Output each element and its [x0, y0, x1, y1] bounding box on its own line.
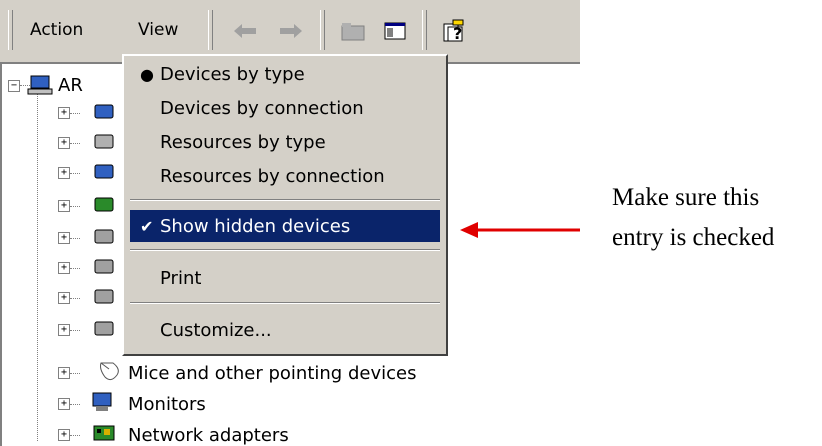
expand-toggle[interactable]: +: [58, 429, 70, 441]
help-icon[interactable]: ?: [438, 14, 472, 48]
expand-toggle[interactable]: +: [58, 107, 70, 119]
tree-connector: [70, 373, 80, 374]
tree-root[interactable]: AR: [58, 71, 83, 99]
annotation-line-2: entry is checked: [612, 224, 775, 251]
tree-connector: [70, 404, 80, 405]
radio-bullet-icon: ●: [140, 64, 154, 84]
tree-root-label: AR: [58, 74, 83, 96]
expand-toggle[interactable]: +: [58, 398, 70, 410]
expand-toggle[interactable]: +: [58, 292, 70, 304]
expand-toggle[interactable]: +: [58, 137, 70, 149]
menu-item-devices-by-type[interactable]: ● Devices by type: [130, 58, 440, 90]
forward-icon[interactable]: [274, 14, 308, 48]
menu-view[interactable]: View: [138, 20, 178, 40]
tree-item-network-adapters[interactable]: Network adapters: [128, 421, 289, 446]
network-adapter-icon: [90, 421, 118, 445]
show-hide-console-tree-icon[interactable]: [378, 14, 412, 48]
device-category-icon: [90, 225, 118, 249]
device-category-icon: [90, 285, 118, 309]
annotation-line-1: Make sure this: [612, 184, 760, 211]
device-category-icon: [90, 160, 118, 184]
back-icon[interactable]: [228, 14, 262, 48]
toolbar-grip[interactable]: [208, 10, 213, 50]
device-category-icon: [90, 193, 118, 217]
svg-text:?: ?: [453, 24, 462, 43]
toolbar-grip: [422, 10, 427, 50]
annotation-text: Make sure this entry is checked: [612, 178, 774, 258]
annotation-arrow: [458, 219, 582, 245]
tree-connector: [70, 206, 80, 207]
expand-toggle[interactable]: +: [58, 367, 70, 379]
tree-connector: [37, 89, 38, 441]
tree-connector: [70, 298, 80, 299]
tree-item-label: Monitors: [128, 393, 206, 415]
menu-action[interactable]: Action: [30, 20, 83, 40]
menu-item-customize[interactable]: Customize...: [130, 314, 440, 346]
tree-connector: [70, 143, 80, 144]
computer-icon: [26, 73, 54, 97]
menu-item-resources-by-connection[interactable]: Resources by connection: [130, 160, 440, 192]
tree-item-label: Network adapters: [128, 424, 289, 446]
tree-connector: [70, 173, 80, 174]
expand-toggle[interactable]: +: [58, 324, 70, 336]
menu-separator: [130, 249, 440, 251]
mouse-icon: [96, 359, 124, 383]
device-category-icon: [90, 255, 118, 279]
expand-toggle[interactable]: +: [58, 200, 70, 212]
tree-connector: [70, 238, 80, 239]
monitor-icon: [88, 390, 116, 414]
up-folder-icon[interactable]: [336, 14, 370, 48]
tree-item-label: Mice and other pointing devices: [128, 362, 417, 384]
menu-item-devices-by-connection[interactable]: Devices by connection: [130, 92, 440, 124]
menu-separator: [130, 302, 440, 304]
collapse-toggle[interactable]: −: [8, 80, 20, 92]
tree-item-mice[interactable]: Mice and other pointing devices: [128, 359, 416, 387]
menu-item-print[interactable]: Print: [130, 262, 440, 294]
tree-connector: [70, 435, 80, 436]
device-category-icon: [90, 130, 118, 154]
menu-separator: [130, 199, 440, 201]
tree-connector: [70, 268, 80, 269]
tree-item-monitors[interactable]: Monitors: [128, 390, 206, 418]
tree-connector: [70, 330, 80, 331]
menu-item-resources-by-type[interactable]: Resources by type: [130, 126, 440, 158]
expand-toggle[interactable]: +: [58, 167, 70, 179]
toolbar-grip: [320, 10, 325, 50]
view-menu-dropdown: ● Devices by type Devices by connection …: [122, 54, 448, 356]
device-category-icon: [90, 100, 118, 124]
menu-item-show-hidden-devices[interactable]: ✔ Show hidden devices: [130, 210, 440, 242]
toolbar-grip[interactable]: [8, 10, 13, 50]
expand-toggle[interactable]: +: [58, 262, 70, 274]
tree-connector: [70, 113, 80, 114]
checkmark-icon: ✔: [140, 216, 154, 236]
expand-toggle[interactable]: +: [58, 232, 70, 244]
device-category-icon: [90, 317, 118, 341]
